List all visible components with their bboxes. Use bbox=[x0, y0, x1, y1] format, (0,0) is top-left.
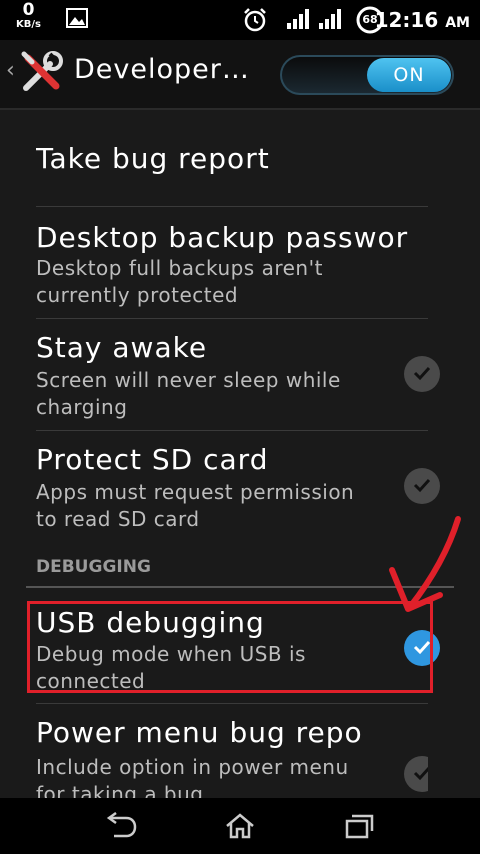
item-subtitle: Desktop full backups aren't currently pr… bbox=[36, 256, 323, 307]
tools-icon[interactable] bbox=[20, 50, 64, 98]
item-title: Power menu bug repo bbox=[36, 716, 363, 749]
item-subtitle: Include option in power menu for taking … bbox=[36, 755, 349, 798]
list-item-desktop-backup-password[interactable]: Desktop backup passwor Desktop full back… bbox=[36, 207, 428, 319]
item-subtitle: Apps must request permission to read SD … bbox=[36, 480, 355, 531]
checkbox-stay-awake[interactable] bbox=[404, 356, 440, 392]
network-speed: 0 KB/s bbox=[16, 2, 41, 30]
item-title: Stay awake bbox=[36, 331, 208, 364]
checkbox-power-menu-bug-report[interactable] bbox=[404, 756, 428, 792]
wifi-icon bbox=[318, 8, 342, 34]
checkmark-icon bbox=[413, 366, 431, 381]
recent-apps-icon[interactable] bbox=[344, 812, 376, 844]
image-icon bbox=[66, 8, 88, 32]
signal-icon bbox=[286, 8, 310, 34]
clock-ampm: AM bbox=[445, 15, 470, 31]
section-header-debugging: DEBUGGING bbox=[36, 557, 151, 577]
back-caret-icon[interactable]: ‹ bbox=[6, 58, 15, 83]
checkbox-protect-sd-card[interactable] bbox=[404, 468, 440, 504]
navigation-bar bbox=[0, 798, 480, 854]
network-speed-value: 0 bbox=[22, 0, 35, 20]
annotation-arrow-icon bbox=[389, 516, 461, 612]
page-title: Developer… bbox=[74, 54, 250, 85]
checkmark-icon bbox=[413, 766, 428, 781]
clock-time: 12:16 bbox=[374, 8, 439, 32]
annotation-highlight-box bbox=[27, 601, 433, 693]
toggle-on-label: ON bbox=[367, 58, 451, 92]
item-title: Take bug report bbox=[36, 142, 270, 175]
item-subtitle: Screen will never sleep while charging bbox=[36, 368, 341, 419]
item-title: Desktop backup passwor bbox=[36, 221, 409, 254]
list-item-protect-sd-card[interactable]: Protect SD card Apps must request permis… bbox=[36, 431, 440, 542]
item-title: Protect SD card bbox=[36, 443, 269, 476]
list-item-stay-awake[interactable]: Stay awake Screen will never sleep while… bbox=[36, 319, 440, 431]
network-speed-unit: KB/s bbox=[16, 19, 41, 30]
home-icon[interactable] bbox=[224, 812, 256, 844]
list-item-take-bug-report[interactable]: Take bug report bbox=[36, 110, 428, 207]
back-icon[interactable] bbox=[102, 811, 138, 844]
checkmark-icon bbox=[413, 478, 431, 493]
clock: 12:16 AM bbox=[375, 8, 470, 32]
alarm-icon bbox=[242, 7, 268, 37]
developer-options-toggle[interactable]: ON bbox=[280, 55, 454, 95]
list-item-power-menu-bug-report[interactable]: Power menu bug repo Include option in po… bbox=[36, 704, 428, 798]
status-bar: 0 KB/s 68 12:16 AM bbox=[0, 0, 480, 40]
action-bar: ‹ Developer… ON bbox=[0, 40, 480, 110]
